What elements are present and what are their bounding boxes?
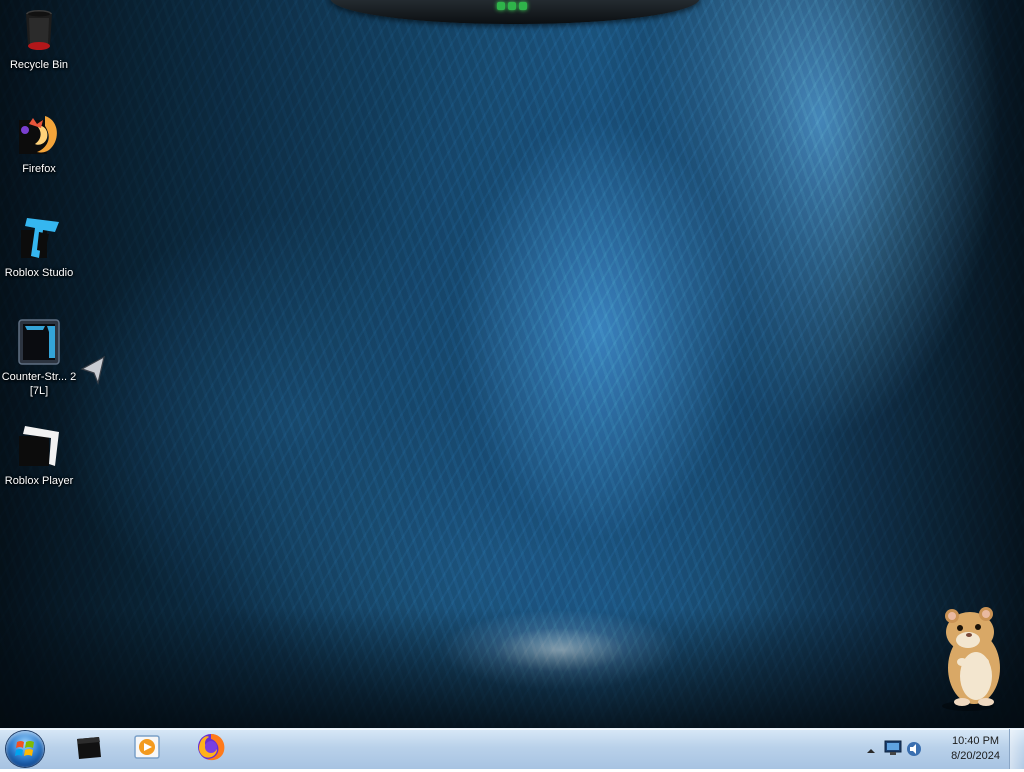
taskbar-pinned-firefox[interactable]	[184, 731, 238, 767]
desktop: Recycle Bin Firefox Roblox Studio Counte…	[0, 0, 1024, 728]
clock[interactable]: 10:40 PM 8/20/2024	[951, 734, 1000, 764]
firefox-icon	[195, 731, 227, 768]
network-icon[interactable]	[884, 740, 902, 761]
indicator-dot	[519, 2, 527, 10]
recycle-bin-icon	[15, 6, 63, 54]
hamster-desktop-pet[interactable]	[928, 604, 1014, 714]
desktop-icon-label: Recycle Bin	[9, 59, 69, 71]
desktop-icon-recycle-bin[interactable]: Recycle Bin	[0, 6, 78, 72]
wallpaper-shadow	[0, 608, 1024, 728]
clock-time: 10:40 PM	[951, 735, 1000, 747]
desktop-icon-label: Roblox Studio	[4, 267, 74, 279]
taskbar: 10:40 PM 8/20/2024	[0, 728, 1024, 769]
desktop-icon-counter-strike[interactable]: Counter-Str... 2 [7L]	[0, 318, 78, 398]
show-desktop-button[interactable]	[1009, 729, 1024, 769]
mouse-cursor-icon	[80, 355, 106, 390]
taskbar-pinned-media-player[interactable]	[120, 731, 174, 767]
start-button[interactable]	[6, 731, 44, 767]
terminal-window-icon	[73, 733, 105, 766]
desktop-icon-firefox[interactable]: Firefox	[0, 110, 78, 176]
volume-icon[interactable]	[906, 740, 922, 763]
roblox-player-icon	[15, 422, 63, 470]
media-player-icon	[132, 733, 162, 766]
counter-strike-icon	[15, 318, 63, 366]
clock-date: 8/20/2024	[951, 750, 1000, 762]
gadget-indicator	[497, 2, 527, 10]
desktop-icon-roblox-player[interactable]: Roblox Player	[0, 422, 78, 488]
roblox-studio-icon	[15, 214, 63, 262]
desktop-icon-label: Counter-Str... 2 [7L]	[1, 371, 77, 397]
show-hidden-icons-icon[interactable]	[866, 743, 876, 761]
firefox-icon	[15, 110, 63, 158]
indicator-dot	[497, 2, 505, 10]
desktop-icon-label: Roblox Player	[4, 475, 74, 487]
system-tray: 10:40 PM 8/20/2024	[854, 729, 1024, 769]
desktop-icon-roblox-studio[interactable]: Roblox Studio	[0, 214, 78, 280]
indicator-dot	[508, 2, 516, 10]
windows-logo-icon	[15, 741, 34, 756]
taskbar-pinned-terminal[interactable]	[62, 731, 116, 767]
desktop-icon-label: Firefox	[22, 163, 56, 175]
